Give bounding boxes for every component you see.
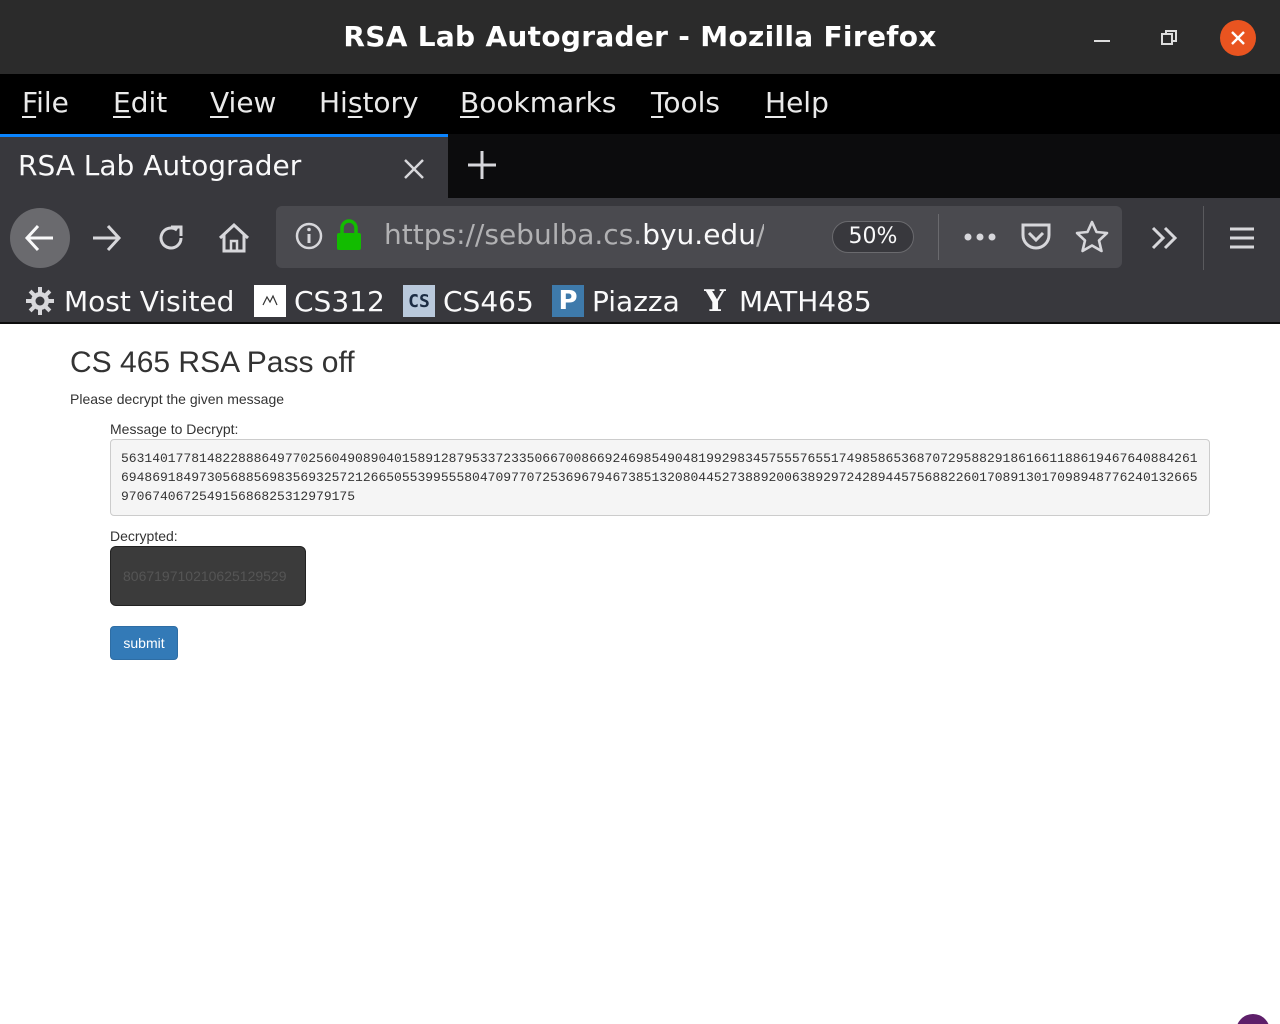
new-tab-icon[interactable]	[464, 147, 500, 183]
lock-icon[interactable]	[334, 218, 364, 256]
menu-history[interactable]: History	[319, 86, 419, 119]
forward-icon[interactable]	[76, 208, 136, 268]
hamburger-menu-icon[interactable]	[1212, 208, 1272, 268]
floating-badge[interactable]	[1236, 1014, 1270, 1024]
cs465-favicon: CS	[403, 285, 435, 317]
zoom-level-badge[interactable]: 50%	[832, 221, 914, 253]
tab-rsa-lab-autograder[interactable]: RSA Lab Autograder	[0, 134, 448, 198]
gear-icon	[24, 285, 56, 317]
menu-view[interactable]: View	[210, 86, 276, 119]
message-to-decrypt: 5631401778148228886497702560490890401589…	[110, 439, 1210, 516]
bookmark-star-icon[interactable]	[1074, 219, 1110, 259]
decrypted-label: Decrypted:	[110, 528, 178, 544]
maximize-icon[interactable]	[1151, 20, 1187, 56]
menu-tools[interactable]: Tools	[651, 86, 720, 119]
page-content: CS 465 RSA Pass off Please decrypt the g…	[0, 326, 1280, 1024]
page-actions-icon[interactable]	[962, 220, 998, 258]
page-title: CS 465 RSA Pass off	[70, 346, 355, 379]
decrypted-input[interactable]	[110, 546, 306, 606]
cs312-favicon	[254, 285, 286, 317]
home-icon[interactable]	[204, 208, 264, 268]
piazza-favicon: P	[552, 285, 584, 317]
tab-bar: RSA Lab Autograder	[0, 134, 1280, 198]
submit-button[interactable]: submit	[110, 626, 178, 660]
minimize-icon[interactable]	[1084, 20, 1120, 56]
url-bar-separator	[938, 214, 939, 260]
url-bar[interactable]: https://sebulba.cs.byu.edu/la 50%	[276, 206, 1122, 268]
page-instructions: Please decrypt the given message	[70, 391, 285, 407]
tab-label: RSA Lab Autograder	[18, 149, 302, 182]
reload-icon[interactable]	[141, 208, 201, 268]
back-icon[interactable]	[10, 208, 70, 268]
window-titlebar: RSA Lab Autograder - Mozilla Firefox	[0, 0, 1280, 74]
site-info-icon[interactable]	[294, 221, 324, 255]
bookmark-most-visited[interactable]: Most Visited	[24, 282, 234, 320]
url-text[interactable]: https://sebulba.cs.byu.edu/la	[384, 218, 764, 251]
navigation-toolbar: https://sebulba.cs.byu.edu/la 50%	[0, 198, 1280, 278]
close-window-icon[interactable]	[1220, 20, 1256, 56]
menu-help[interactable]: Help	[765, 86, 829, 119]
bookmark-math485[interactable]: Y MATH485	[699, 282, 871, 320]
toolbar-separator	[1203, 206, 1204, 270]
close-tab-icon[interactable]	[398, 153, 430, 185]
bookmark-piazza[interactable]: P Piazza	[552, 282, 680, 320]
pocket-icon[interactable]	[1019, 220, 1053, 258]
bookmark-cs312[interactable]: CS312	[254, 282, 385, 320]
overflow-chevron-icon[interactable]	[1135, 208, 1195, 268]
byu-y-favicon: Y	[704, 283, 726, 319]
bookmarks-toolbar: Most Visited CS312 CS CS465 P Piazza Y M…	[0, 278, 1280, 324]
menu-edit[interactable]: Edit	[113, 86, 167, 119]
bookmark-cs465[interactable]: CS CS465	[403, 282, 534, 320]
message-label: Message to Decrypt:	[110, 421, 239, 437]
menu-bookmarks[interactable]: Bookmarks	[460, 86, 616, 119]
menu-bar: File Edit View History Bookmarks Tools H…	[0, 74, 1280, 134]
menu-file[interactable]: File	[22, 86, 69, 119]
